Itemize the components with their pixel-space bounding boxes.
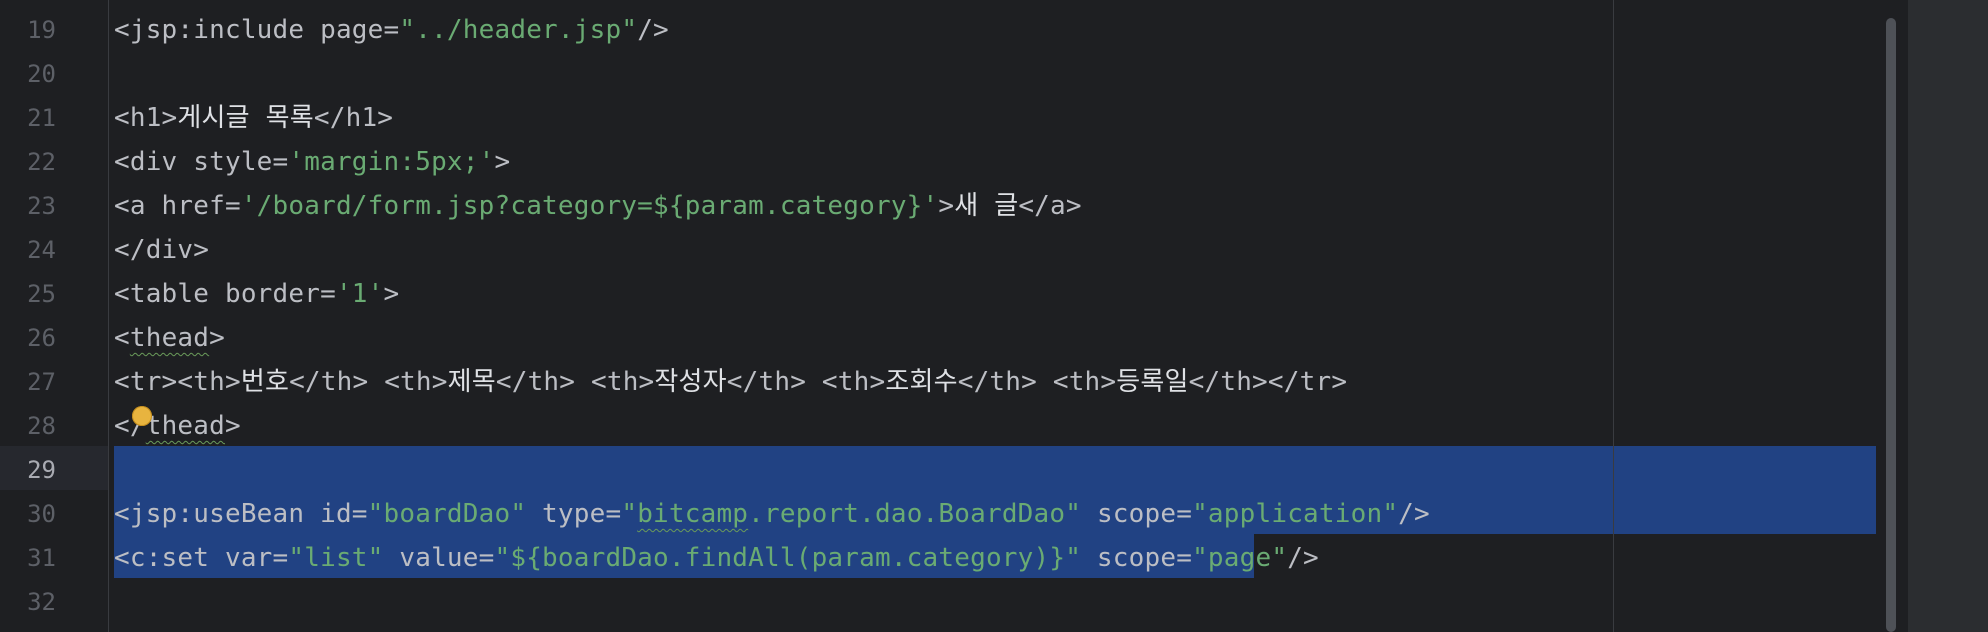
code-token: '1' [335,279,384,309]
code-token: </th> <th> [726,367,886,397]
code-token: < [114,323,130,353]
code-line[interactable]: <h1>게시글 목록</h1> [114,96,393,140]
code-token: > [383,279,400,309]
code-token: 제목 [447,367,496,397]
code-area[interactable]: <jsp:include page="../header.jsp"/> <h1>게… [108,0,1908,632]
code-token: <a href= [114,191,241,221]
code-token: <table border= [114,279,336,309]
code-token: <c:set var= [114,543,289,573]
line-number[interactable]: 24 [0,228,56,272]
right-margin-guide [1613,0,1614,632]
code-token: "list" [288,543,384,573]
code-token: bitcamp [637,499,749,529]
vertical-scrollbar-thumb[interactable] [1886,18,1896,632]
code-token: </div> [114,235,210,265]
code-token: <jsp:useBean id= [114,499,368,529]
code-token: <tr><th> [114,367,241,397]
code-line[interactable]: <a href='/board/form.jsp?category=${para… [114,184,1082,228]
code-token: /> [1398,499,1430,529]
code-token: 등록일 [1116,367,1189,397]
code-token: 'margin:5px;' [288,147,495,177]
code-token: 조회수 [885,367,958,397]
code-token: 작성자 [654,367,727,397]
code-token: "application" [1192,499,1399,529]
line-number[interactable]: 29 [0,448,56,492]
side-panel-strip [1908,0,1988,632]
code-line[interactable]: <div style='margin:5px;'> [114,140,510,184]
code-token: 게시글 목록 [177,103,314,133]
line-number[interactable]: 20 [0,52,56,96]
code-token: > [225,411,241,441]
code-token: /> [1287,543,1319,573]
line-number[interactable]: 27 [0,360,56,404]
code-token: </th></tr> [1188,367,1348,397]
code-editor[interactable]: 19 20 21 22 23 24 25 26 27 28 29 30 31 32 <jsp:includ… [0,0,1988,632]
code-token: <h1> [114,103,178,133]
line-number[interactable]: 31 [0,536,56,580]
lightbulb-icon[interactable] [132,406,152,426]
line-number[interactable]: 32 [0,580,56,624]
code-token: '/board/form.jsp?category=${param.catego… [240,191,939,221]
code-token: value= [383,543,495,573]
code-token: "boardDao" [367,499,527,529]
code-token: scope= [1081,499,1193,529]
code-token: /> [637,15,669,45]
code-token: 새 글 [954,191,1019,221]
code-token: " [621,499,638,529]
line-number[interactable]: 30 [0,492,56,536]
code-token: "page" [1192,543,1288,573]
line-number[interactable]: 26 [0,316,56,360]
line-number[interactable]: 19 [0,8,56,52]
code-line[interactable]: <table border='1'> [114,272,399,316]
code-line[interactable]: <c:set var="list" value="${boardDao.find… [114,536,1319,580]
code-token: 번호 [240,367,290,397]
code-line[interactable]: </div> [114,228,209,272]
code-token: "${boardDao.findAll(param.category)}" [494,543,1082,573]
code-token: > [494,147,511,177]
code-token: </h1> [313,103,394,133]
code-token: </th> <th> [289,367,448,397]
code-token: </th> <th> [495,367,655,397]
code-token: type= [526,499,622,529]
code-token: <jsp:include page= [114,15,400,45]
code-token: </th> <th> [957,367,1117,397]
code-token: <div style= [114,147,289,177]
code-token: > [209,323,225,353]
line-number[interactable]: 28 [0,404,56,448]
line-number-gutter[interactable]: 19 20 21 22 23 24 25 26 27 28 29 30 31 32 [0,0,109,632]
line-number[interactable]: 21 [0,96,56,140]
code-line[interactable]: <jsp:useBean id="boardDao" type="bitcamp… [114,492,1430,536]
code-line[interactable]: <thead> [114,316,225,360]
code-line[interactable]: <tr><th>번호</th> <th>제목</th> <th>작성자</th>… [114,360,1347,404]
code-token: thead [129,323,210,353]
code-token: "../header.jsp" [399,15,638,45]
line-number[interactable]: 22 [0,140,56,184]
code-token: > [938,191,955,221]
line-number[interactable]: 25 [0,272,56,316]
code-token: .report.dao.BoardDao" [748,499,1082,529]
code-line[interactable]: <jsp:include page="../header.jsp"/> [114,8,669,52]
code-token: scope= [1081,543,1193,573]
line-number[interactable]: 23 [0,184,56,228]
code-token: </a> [1018,191,1082,221]
code-token: thead [145,411,225,441]
